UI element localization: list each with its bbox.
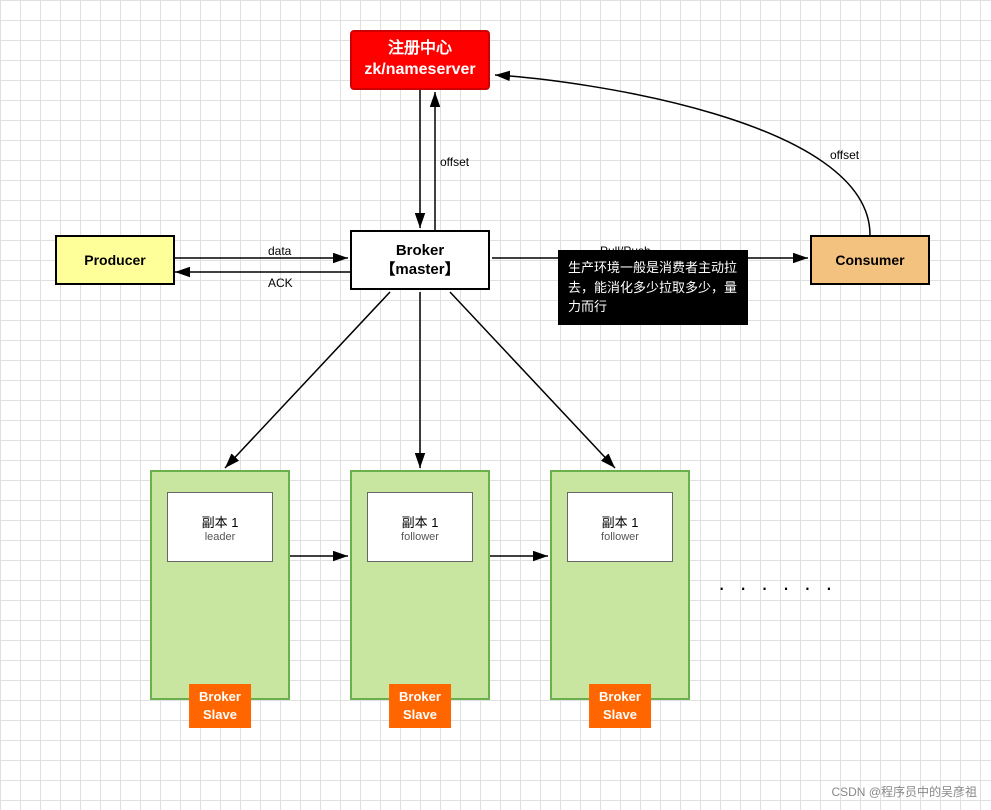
broker-node: Broker 【master】 xyxy=(350,230,490,290)
data-label: data xyxy=(268,244,291,258)
slave-label-1: Broker Slave xyxy=(189,684,251,728)
producer-node: Producer xyxy=(55,235,175,285)
replica-sub-2: follower xyxy=(401,531,439,543)
replica-title-3: 副本 1 xyxy=(602,512,639,531)
replica-box-3: 副本 1 follower xyxy=(567,492,673,562)
consumer-label: Consumer xyxy=(835,252,904,268)
slave-container-2: 副本 1 follower Broker Slave xyxy=(350,470,490,700)
broker-label-line2: 【master】 xyxy=(380,260,459,280)
slave-container-3: 副本 1 follower Broker Slave xyxy=(550,470,690,700)
replica-sub-3: follower xyxy=(601,531,639,543)
consumer-node: Consumer xyxy=(810,235,930,285)
slave-label-3: Broker Slave xyxy=(589,684,651,728)
producer-label: Producer xyxy=(84,252,145,268)
broker-label-line1: Broker xyxy=(380,241,459,261)
tooltip-text: 生产环境一般是消费者主动拉去，能消化多少拉取多少，量力而行 xyxy=(568,260,737,314)
replica-title-1: 副本 1 xyxy=(202,512,239,531)
tooltip-box: 生产环境一般是消费者主动拉去，能消化多少拉取多少，量力而行 xyxy=(558,250,748,325)
offset-label-top: offset xyxy=(440,155,469,169)
ack-label: ACK xyxy=(268,276,293,290)
slave-label-2: Broker Slave xyxy=(389,684,451,728)
continuation-dots: · · · · · · xyxy=(718,575,837,601)
registry-label-line1: 注册中心 xyxy=(364,39,475,60)
grid-background xyxy=(0,0,991,810)
registry-node: 注册中心 zk/nameserver xyxy=(350,30,490,90)
replica-sub-1: leader xyxy=(205,531,236,543)
replica-title-2: 副本 1 xyxy=(402,512,439,531)
offset-label-right: offset xyxy=(830,148,859,162)
slave-container-1: 副本 1 leader Broker Slave xyxy=(150,470,290,700)
footer-credit: CSDN @程序员中的吴彦祖 xyxy=(831,783,977,800)
replica-box-1: 副本 1 leader xyxy=(167,492,273,562)
replica-box-2: 副本 1 follower xyxy=(367,492,473,562)
registry-label-line2: zk/nameserver xyxy=(364,60,475,81)
